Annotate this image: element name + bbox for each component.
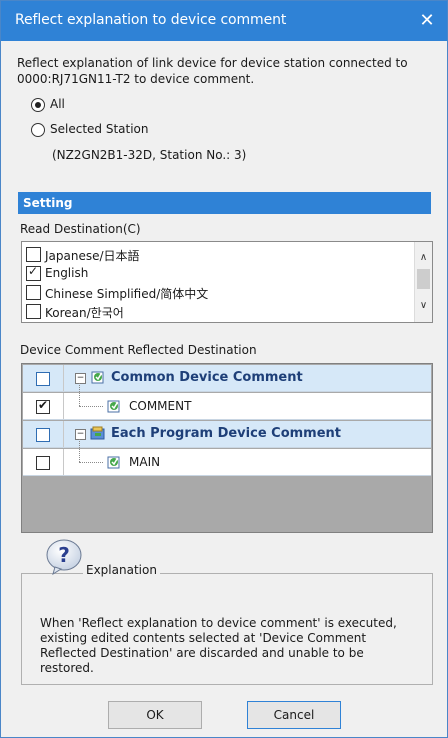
list-scrollbar[interactable]: ∧ ∨ bbox=[414, 242, 432, 322]
expand-collapse-icon[interactable]: − bbox=[75, 373, 86, 384]
table-row[interactable]: ✔ COMMENT bbox=[23, 383, 431, 420]
explanation-legend: Explanation bbox=[83, 563, 160, 577]
description-text: Reflect explanation of link device for d… bbox=[17, 56, 408, 86]
explanation-text: When 'Reflect explanation to device comm… bbox=[40, 616, 397, 675]
setting-header-label: Setting bbox=[23, 196, 73, 210]
table-row[interactable]: − Common Device Comment bbox=[23, 365, 431, 392]
list-item[interactable]: Japanese/日本語 bbox=[26, 246, 406, 264]
table-row[interactable]: − Each Program Device Comment bbox=[23, 421, 431, 448]
setting-header: Setting bbox=[18, 192, 431, 214]
list-item[interactable]: Chinese Simplified/简体中文 bbox=[26, 284, 406, 302]
question-icon: ? bbox=[46, 539, 82, 576]
row-label: COMMENT bbox=[129, 399, 192, 413]
reflected-destination-grid: − Common Device Comment ✔ COMMENT − Each… bbox=[21, 363, 433, 533]
explanation-box: When 'Reflect explanation to device comm… bbox=[21, 573, 433, 685]
expand-collapse-icon[interactable]: − bbox=[75, 429, 86, 440]
cancel-button[interactable]: Cancel bbox=[247, 701, 341, 729]
radio-all[interactable]: All bbox=[31, 97, 131, 113]
tree-line bbox=[79, 462, 103, 463]
language-checkbox[interactable] bbox=[26, 247, 41, 262]
reflected-destination-label: Device Comment Reflected Destination bbox=[20, 343, 257, 357]
radio-all-indicator[interactable] bbox=[31, 98, 45, 112]
device-comment-icon bbox=[91, 371, 104, 384]
checkbox-cell bbox=[23, 365, 64, 392]
radio-selected-station[interactable]: Selected Station bbox=[31, 122, 211, 138]
language-label: English bbox=[45, 266, 89, 280]
device-comment-icon bbox=[107, 400, 120, 413]
device-comment-icon bbox=[107, 456, 120, 469]
tree-line bbox=[79, 383, 80, 406]
row-label: Each Program Device Comment bbox=[111, 426, 342, 441]
station-detail: (NZ2GN2B1-32D, Station No.: 3) bbox=[52, 148, 247, 162]
close-icon[interactable]: ✕ bbox=[413, 7, 441, 35]
tree-line bbox=[79, 439, 80, 462]
checkbox-cell: ✔ bbox=[23, 393, 64, 420]
row-checkbox[interactable] bbox=[36, 428, 50, 442]
row-label: Common Device Comment bbox=[111, 370, 303, 385]
list-item[interactable]: ✓ English bbox=[26, 264, 406, 283]
radio-selected-station-label: Selected Station bbox=[50, 122, 149, 136]
radio-all-label: All bbox=[50, 97, 65, 111]
svg-text:?: ? bbox=[58, 543, 70, 567]
row-checkbox[interactable] bbox=[36, 372, 50, 386]
checkbox-cell bbox=[23, 449, 64, 476]
read-destination-label: Read Destination(C) bbox=[20, 222, 141, 236]
scroll-down-icon[interactable]: ∨ bbox=[415, 300, 432, 311]
scroll-up-icon[interactable]: ∧ bbox=[415, 252, 432, 263]
tree-line bbox=[79, 406, 103, 407]
scroll-thumb[interactable] bbox=[417, 269, 430, 289]
language-checkbox[interactable]: ✓ bbox=[26, 264, 41, 281]
language-label: Chinese Simplified/简体中文 bbox=[45, 287, 209, 301]
row-label: MAIN bbox=[129, 455, 161, 469]
checkbox-cell bbox=[23, 421, 64, 448]
language-checkbox[interactable] bbox=[26, 304, 41, 319]
dialog: Reflect explanation to device comment ✕ … bbox=[0, 0, 448, 738]
language-label: Japanese/日本語 bbox=[45, 249, 140, 263]
read-destination-list[interactable]: Japanese/日本語 ✓ English Chinese Simplifie… bbox=[21, 241, 433, 323]
radio-selected-station-indicator[interactable] bbox=[31, 123, 45, 137]
list-item[interactable]: Korean/한국어 bbox=[26, 303, 406, 321]
ok-button[interactable]: OK bbox=[108, 701, 202, 729]
language-label: Korean/한국어 bbox=[45, 306, 124, 320]
program-comment-icon bbox=[90, 426, 105, 440]
row-checkbox[interactable]: ✔ bbox=[36, 398, 50, 414]
language-checkbox[interactable] bbox=[26, 285, 41, 300]
table-row[interactable]: MAIN bbox=[23, 439, 431, 476]
dialog-title: Reflect explanation to device comment bbox=[15, 12, 287, 28]
title-bar: Reflect explanation to device comment ✕ bbox=[1, 1, 447, 41]
row-checkbox[interactable] bbox=[36, 456, 50, 470]
